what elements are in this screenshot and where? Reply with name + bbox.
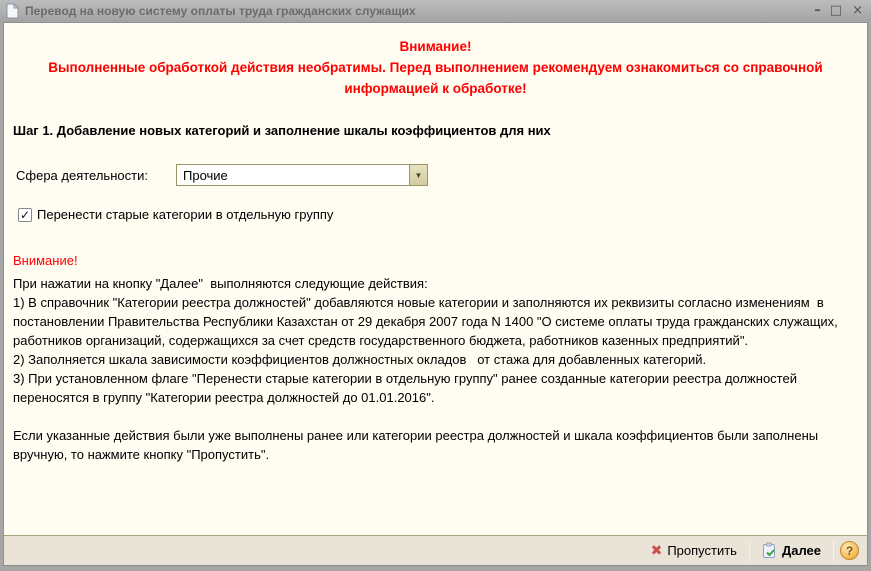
sphere-label: Сфера деятельности: [16,168,176,183]
next-button[interactable]: Далее [756,540,827,561]
toolbar-separator [749,541,750,561]
warning-header: Внимание! Выполненные обработкой действи… [28,36,843,99]
toolbar-separator [833,541,834,561]
transfer-checkbox-label[interactable]: Перенести старые категории в отдельную г… [37,207,333,222]
description-paragraph: При нажатии на кнопку "Далее" выполняютс… [13,274,857,293]
description-text: При нажатии на кнопку "Далее" выполняютс… [13,274,857,464]
window-controls: – □ × [814,1,863,21]
sphere-combobox-value: Прочие [177,168,409,183]
close-button[interactable]: × [852,1,863,21]
main-content: Внимание! Выполненные обработкой действи… [3,22,868,535]
red-x-icon: ✖ [651,544,663,558]
transfer-checkbox-row: ✓ Перенести старые категории в отдельную… [18,207,867,222]
next-button-label: Далее [782,543,821,558]
skip-button-label: Пропустить [667,543,737,558]
skip-button[interactable]: ✖ Пропустить [645,541,743,560]
titlebar: Перевод на новую систему оплаты труда гр… [0,0,871,22]
minimize-button[interactable]: – [814,1,820,21]
help-button[interactable]: ? [840,541,859,560]
maximize-button[interactable]: □ [830,1,842,21]
app-window: Перевод на новую систему оплаты труда гр… [0,0,871,571]
document-icon [6,3,19,19]
attention-label: Внимание! [13,253,857,268]
step-title: Шаг 1. Добавление новых категорий и запо… [13,123,857,138]
sphere-combobox[interactable]: Прочие ▼ [176,164,428,186]
window-title: Перевод на новую систему оплаты труда гр… [25,4,814,18]
description-paragraph: Если указанные действия были уже выполне… [13,426,857,464]
sphere-field-row: Сфера деятельности: Прочие ▼ [16,164,867,186]
footer-toolbar: ✖ Пропустить Далее ? [3,535,868,566]
clipboard-check-icon [762,542,777,559]
description-paragraph: 2) Заполняется шкала зависимости коэффиц… [13,350,857,369]
transfer-checkbox[interactable]: ✓ [18,208,32,222]
description-paragraph: 1) В справочник "Категории реестра должн… [13,293,857,350]
chevron-down-icon[interactable]: ▼ [409,165,427,185]
description-paragraph [13,407,857,426]
description-paragraph: 3) При установленном флаге "Перенести ст… [13,369,857,407]
